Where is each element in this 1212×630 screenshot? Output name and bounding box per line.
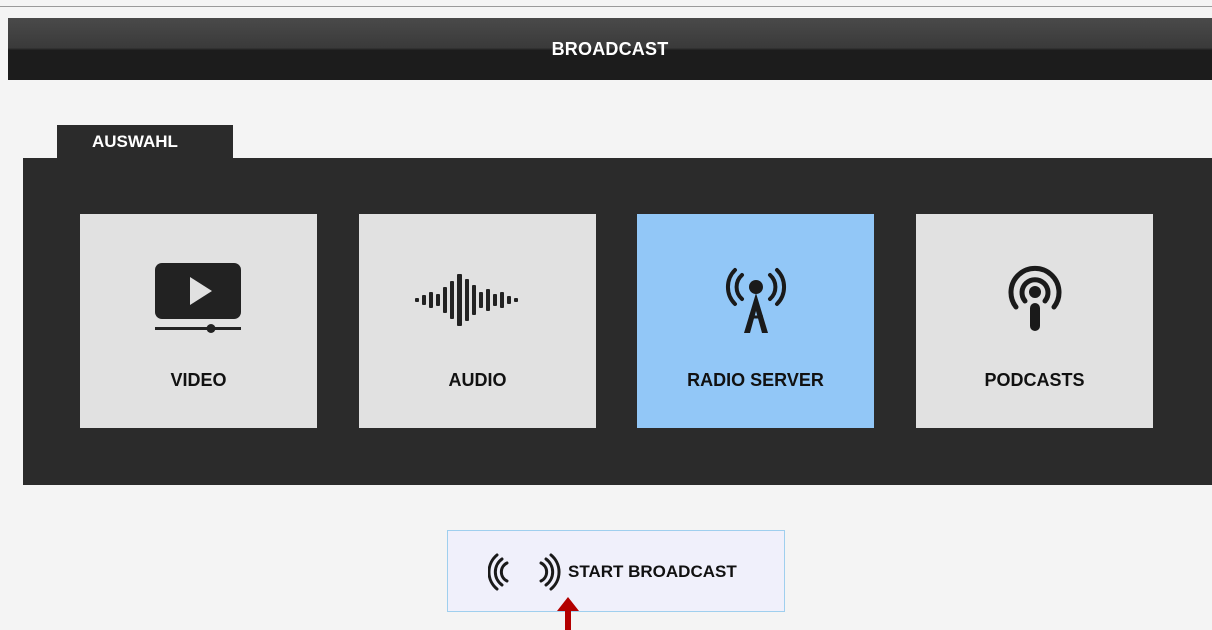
audio-waveform-icon <box>359 260 596 340</box>
video-play-icon <box>80 260 317 340</box>
tile-audio-label: AUDIO <box>448 370 507 390</box>
tile-radio-server-label: RADIO SERVER <box>687 370 824 390</box>
tile-audio[interactable]: AUDIO <box>359 214 596 428</box>
broadcast-page: BROADCAST AUSWAHL VIDEO AUDIO RADIO SERV… <box>0 0 1212 630</box>
start-broadcast-label: START BROADCAST <box>568 562 737 581</box>
start-broadcast-button[interactable]: START BROADCAST <box>447 530 785 612</box>
tile-podcasts[interactable]: PODCASTS <box>916 214 1153 428</box>
pointer-arrow-icon <box>555 597 581 630</box>
top-divider <box>0 6 1212 7</box>
podcast-icon <box>916 260 1153 340</box>
radio-tower-icon <box>637 260 874 340</box>
tile-radio-server[interactable]: RADIO SERVER <box>637 214 874 428</box>
tile-video-label: VIDEO <box>170 370 227 390</box>
tile-video[interactable]: VIDEO <box>80 214 317 428</box>
page-title: BROADCAST <box>8 18 1212 80</box>
broadcast-waves-icon <box>487 553 564 591</box>
tile-podcasts-label: PODCASTS <box>984 370 1085 390</box>
tab-auswahl[interactable]: AUSWAHL <box>57 125 233 159</box>
